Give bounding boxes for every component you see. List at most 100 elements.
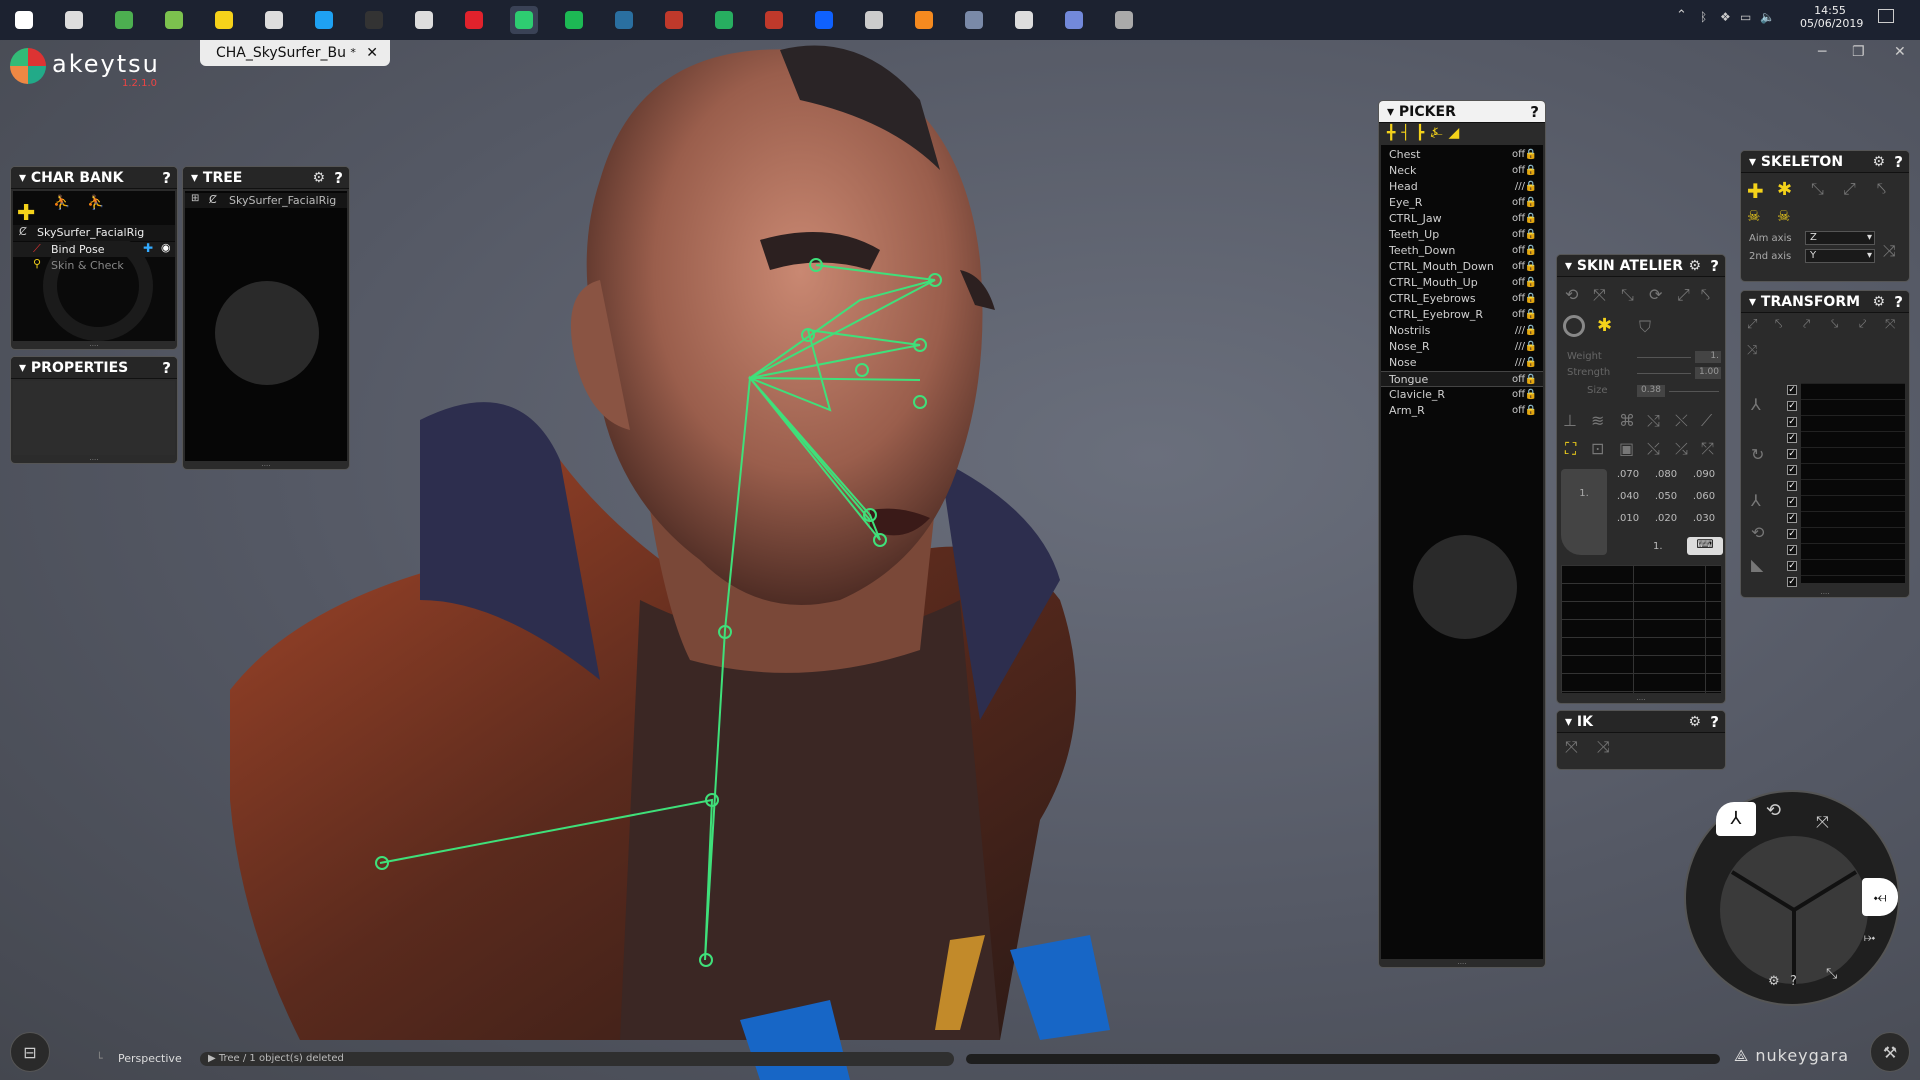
picker-row-state[interactable]: off bbox=[1512, 259, 1525, 275]
restore-icon[interactable]: ❐ bbox=[1852, 44, 1865, 60]
channel-checkbox[interactable]: ✓ bbox=[1787, 529, 1797, 539]
skin-op-5-icon[interactable]: ⤬ bbox=[1675, 411, 1688, 431]
add-bone-icon[interactable]: ✚ bbox=[1747, 179, 1764, 203]
ik-header[interactable]: ▾ IK ⚙? bbox=[1557, 711, 1725, 733]
transform-tool-2-icon[interactable]: ⤣ bbox=[1775, 317, 1782, 332]
bone-chain-icon[interactable]: ✱ bbox=[1777, 179, 1792, 200]
picker-row-state[interactable]: off bbox=[1512, 387, 1525, 403]
grid-value[interactable]: .060 bbox=[1685, 491, 1723, 502]
discord-taskbar-icon[interactable] bbox=[1060, 6, 1088, 34]
charbank-help-icon[interactable]: ? bbox=[162, 167, 171, 189]
picker-row[interactable]: Clavicle_R off 🔒 bbox=[1381, 387, 1543, 403]
picker-row-state[interactable]: off bbox=[1512, 211, 1525, 227]
bluetooth-icon[interactable]: ᛒ bbox=[1700, 10, 1707, 24]
tree-help-icon[interactable]: ? bbox=[334, 167, 343, 189]
skin-tool-2-icon[interactable]: ⤧ bbox=[1593, 285, 1606, 305]
skype-taskbar-icon[interactable] bbox=[310, 6, 338, 34]
charbank-resize-grip[interactable]: .... bbox=[11, 341, 177, 349]
radial-help-icon[interactable]: ? bbox=[1790, 974, 1797, 989]
picker-row[interactable]: Eye_R off 🔒 bbox=[1381, 195, 1543, 211]
picker-header[interactable]: ▾ PICKER? bbox=[1379, 101, 1545, 123]
rig-item[interactable]: SkySurfer_FacialRig bbox=[13, 225, 175, 241]
picker-row[interactable]: Tongue off 🔒 bbox=[1381, 371, 1543, 387]
notepad-taskbar-icon[interactable] bbox=[260, 6, 288, 34]
chevron-up-icon[interactable]: ⌃ bbox=[1676, 8, 1687, 23]
lock-icon[interactable]: 🔒 bbox=[1525, 387, 1537, 403]
picker-row[interactable]: CTRL_Jaw off 🔒 bbox=[1381, 211, 1543, 227]
ik-help-icon[interactable]: ? bbox=[1710, 711, 1719, 733]
skin-op-1-icon[interactable]: ⊥ bbox=[1563, 411, 1577, 430]
rotate-icon[interactable]: ↻ bbox=[1751, 445, 1764, 464]
app-s-taskbar-icon[interactable] bbox=[960, 6, 988, 34]
scale-icon[interactable]: ⅄ bbox=[1751, 491, 1761, 510]
transform-resize-grip[interactable]: .... bbox=[1741, 589, 1909, 597]
picker-row-state[interactable]: /// bbox=[1515, 323, 1525, 339]
transform-tool-5-icon[interactable]: ⤦ bbox=[1859, 317, 1866, 332]
skeleton-header[interactable]: ▾ SKELETON ⚙? bbox=[1741, 151, 1909, 173]
strength-slider[interactable] bbox=[1637, 373, 1691, 374]
size-value[interactable]: 0.38 bbox=[1637, 385, 1665, 397]
foot-mode-icon[interactable]: ⤠ bbox=[1864, 930, 1875, 946]
network-icon[interactable]: ▭ bbox=[1740, 10, 1751, 24]
skeleton-settings-icon[interactable]: ⚙ bbox=[1872, 151, 1885, 173]
layout-icon[interactable]: ⊟ bbox=[10, 1032, 50, 1072]
timeline-scrollbar[interactable] bbox=[966, 1054, 1720, 1064]
picker-row-state[interactable]: off bbox=[1512, 307, 1525, 323]
camera-label[interactable]: Perspective bbox=[118, 1052, 182, 1065]
blender-taskbar-icon[interactable] bbox=[910, 6, 938, 34]
skin-atelier-help-icon[interactable]: ? bbox=[1710, 255, 1719, 277]
picker-tool-4-icon[interactable]: ⍼ bbox=[1430, 125, 1448, 141]
lock-icon[interactable]: 🔒 bbox=[1525, 211, 1537, 227]
picker-tool-1-icon[interactable]: ╋ bbox=[1387, 125, 1401, 141]
ik-tool-2-icon[interactable]: ⤨ bbox=[1597, 737, 1610, 757]
pivot-mode-icon[interactable]: ⤟ bbox=[1862, 878, 1898, 916]
charbank-header[interactable]: ▾ CHAR BANK? bbox=[11, 167, 177, 189]
channel-checkbox[interactable]: ✓ bbox=[1787, 497, 1797, 507]
bottom-value[interactable]: 1. bbox=[1653, 541, 1663, 552]
lock-icon[interactable]: 🔒 bbox=[1525, 147, 1537, 163]
grid-value[interactable]: .030 bbox=[1685, 513, 1723, 524]
bone-tool-2-icon[interactable]: ⤢ bbox=[1843, 179, 1856, 199]
transform-channel-list[interactable] bbox=[1801, 383, 1905, 583]
transform-tool-1-icon[interactable]: ⤢ bbox=[1747, 317, 1757, 332]
picker-row-state[interactable]: off bbox=[1512, 243, 1525, 259]
weight-table[interactable] bbox=[1561, 565, 1721, 693]
picker-toolbar[interactable]: ╋┤┣⍼◢ bbox=[1387, 125, 1465, 141]
skin-tool-5-icon[interactable]: ⤢ bbox=[1677, 285, 1690, 305]
grid-value[interactable]: .010 bbox=[1609, 513, 1647, 524]
radial-gizmo-menu[interactable]: ⅄ ⟲ ⤧ ⤟ ⤠ ⤡ ⚙ ? bbox=[1684, 790, 1900, 1006]
channel-checkbox[interactable]: ✓ bbox=[1787, 513, 1797, 523]
picker-row-state[interactable]: /// bbox=[1515, 179, 1525, 195]
bone-tool-1-icon[interactable]: ⤡ bbox=[1811, 179, 1824, 199]
tree-resize-grip[interactable]: .... bbox=[183, 461, 349, 469]
lock-icon[interactable]: 🔒 bbox=[1525, 179, 1537, 195]
transform-tool-6-icon[interactable]: ⤧ bbox=[1885, 317, 1895, 332]
grid-value[interactable]: .070 bbox=[1609, 469, 1647, 480]
recorder-taskbar-icon[interactable] bbox=[660, 6, 688, 34]
brush-tool-icon[interactable]: ⛉ bbox=[1639, 317, 1651, 337]
properties-resize-grip[interactable]: .... bbox=[11, 455, 177, 463]
foot-icon[interactable]: ◣ bbox=[1751, 555, 1763, 574]
translate-icon[interactable]: ⅄ bbox=[1751, 395, 1761, 414]
tools-icon[interactable]: ⚒ bbox=[1870, 1032, 1910, 1072]
minimize-icon[interactable]: ─ bbox=[1818, 44, 1826, 60]
channel-checkbox[interactable]: ✓ bbox=[1787, 433, 1797, 443]
skin-atelier-resize-grip[interactable]: .... bbox=[1557, 695, 1725, 703]
picker-row[interactable]: Chest off 🔒 bbox=[1381, 147, 1543, 163]
properties-help-icon[interactable]: ? bbox=[162, 357, 171, 379]
picker-row[interactable]: Neck off 🔒 bbox=[1381, 163, 1543, 179]
channel-checkbox[interactable]: ✓ bbox=[1787, 449, 1797, 459]
weight-slider[interactable] bbox=[1637, 357, 1691, 358]
channel-checkbox[interactable]: ✓ bbox=[1787, 417, 1797, 427]
picker-tool-2-icon[interactable]: ┤ bbox=[1401, 125, 1415, 141]
lock-icon[interactable]: 🔒 bbox=[1525, 339, 1537, 355]
skin-tool-4-icon[interactable]: ⟳ bbox=[1649, 285, 1662, 304]
picker-help-icon[interactable]: ? bbox=[1530, 101, 1539, 123]
skin-op-8-icon[interactable]: ▣ bbox=[1619, 439, 1634, 458]
axis-orient-icon[interactable]: ⤨ bbox=[1883, 241, 1896, 261]
picker-row[interactable]: CTRL_Mouth_Up off 🔒 bbox=[1381, 275, 1543, 291]
image-viewer-taskbar-icon[interactable] bbox=[160, 6, 188, 34]
settings-taskbar-icon[interactable] bbox=[1010, 6, 1038, 34]
browser-taskbar-icon[interactable] bbox=[510, 6, 538, 34]
picker-row[interactable]: CTRL_Mouth_Down off 🔒 bbox=[1381, 259, 1543, 275]
